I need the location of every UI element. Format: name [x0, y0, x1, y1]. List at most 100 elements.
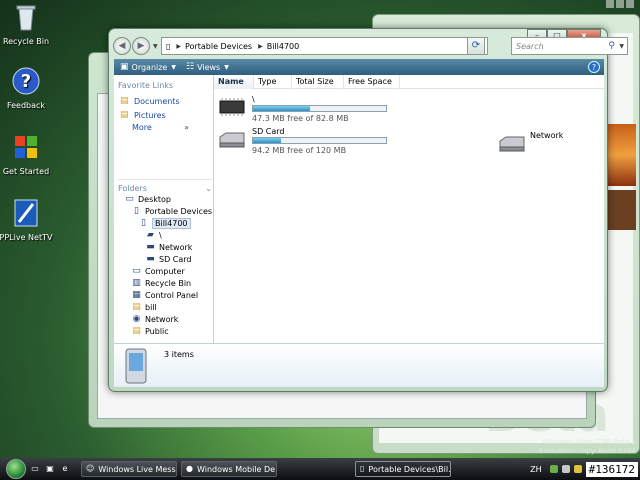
chevron-right-icon[interactable]: ▶ — [176, 43, 181, 50]
search-dropdown[interactable]: ▼ — [619, 43, 624, 50]
feedback-icon: ? — [12, 67, 40, 95]
drive-item-sd-card[interactable]: SD Card 94.2 MB free of 120 MB — [216, 127, 387, 155]
desktop-icon-label: Recycle Bin — [2, 37, 50, 46]
folder-tree-label: Desktop — [138, 194, 171, 204]
folder-tree-item[interactable]: ▤ bill — [114, 301, 214, 313]
column-header-name[interactable]: Name — [214, 74, 254, 89]
column-header-free-space[interactable]: Free Space — [344, 74, 400, 89]
drive-usage-bar — [252, 137, 387, 144]
folder-tree: ▭ Desktop ▯ Portable Devices ▯ Bill4700 ▰ \ ▬ Net… — [114, 193, 214, 337]
column-headers: Name Type Total Size Free Space — [214, 74, 604, 89]
favorite-link-pictures[interactable]: ▤ Pictures — [114, 108, 213, 122]
folder-tree-label: \ — [159, 230, 162, 240]
views-button[interactable]: ☷ Views ▼ — [186, 62, 229, 72]
column-header-total-size[interactable]: Total Size — [292, 74, 344, 89]
evaluation-watermark: Windows Vista (TM) Beta 2 Evaluation cop… — [539, 438, 636, 455]
chevron-down-icon: ▼ — [171, 63, 176, 71]
command-bar: ▣ Organize ▼ ☷ Views ▼ ? — [114, 59, 604, 75]
folder-tree-item[interactable]: ▥ Recycle Bin — [114, 277, 214, 289]
folder-tree-item[interactable]: ◉ Network — [114, 313, 214, 325]
folder-tree-item[interactable]: ▯ Bill4700 — [114, 217, 214, 229]
messenger-icon: ☺ — [86, 464, 95, 473]
folder-tree-item[interactable]: ▯ Portable Devices — [114, 205, 214, 217]
forward-button[interactable]: ▶ — [132, 37, 150, 55]
double-chevron-icon: » — [184, 123, 189, 132]
folder-tree-item[interactable]: ▬ SD Card — [114, 253, 214, 265]
drive-name: SD Card — [252, 127, 285, 136]
recent-pages-dropdown[interactable]: ▼ — [153, 43, 158, 50]
folder-tree-label: Control Panel — [145, 290, 199, 300]
folders-header[interactable]: Folders ⌄ — [118, 179, 212, 193]
task-windows-mobile-device-center[interactable]: ● Windows Mobile De... — [181, 461, 277, 477]
chevron-down-icon: ▼ — [224, 63, 229, 71]
system-tray: ZH #136172 — [530, 458, 640, 480]
refresh-button[interactable]: ⟳ — [467, 37, 485, 55]
desktop-icon-feedback[interactable]: ? Feedback — [0, 66, 58, 110]
navigation-pane: Favorite Links ▤ Documents ▤ Pictures Mo… — [114, 75, 214, 343]
show-desktop-icon[interactable]: ▭ — [29, 463, 41, 475]
organize-icon: ▣ — [120, 62, 129, 72]
get-started-icon — [15, 136, 37, 158]
breadcrumb-bill4700[interactable]: Bill4700 — [267, 42, 300, 51]
network-drive-icon: ▬ — [146, 242, 155, 252]
drive-item-root[interactable]: \ 47.3 MB free of 82.8 MB — [216, 95, 387, 123]
taskbar: ▭ ▣ e ☺ Windows Live Mess... ● Windows M… — [0, 458, 640, 480]
explorer-window[interactable]: – □ x ◀ ▶ ▼ ▯ ▶ Portable Devices ▶ Bill4… — [108, 28, 628, 392]
internet-explorer-icon[interactable]: e — [59, 463, 71, 475]
desktop-icon-label: PPLive NetTV — [0, 233, 53, 242]
folder-tree-label: Network — [159, 242, 193, 252]
device-icon: ▯ — [141, 218, 146, 228]
control-panel-icon: ▦ — [132, 290, 141, 300]
network-item[interactable]: Network — [496, 131, 563, 155]
organize-button[interactable]: ▣ Organize ▼ — [120, 62, 176, 72]
folder-tree-item[interactable]: ▦ Control Panel — [114, 289, 214, 301]
sidebar-controls[interactable] — [606, 0, 636, 12]
documents-folder-icon: ▤ — [120, 96, 129, 106]
drive-usage-bar — [252, 105, 387, 112]
address-bar[interactable]: ▯ ▶ Portable Devices ▶ Bill4700 ▼ — [161, 37, 488, 55]
tray-volume-icon[interactable] — [573, 465, 582, 473]
folder-tree-item[interactable]: ▭ Computer — [114, 265, 214, 277]
search-input[interactable]: Search ⚲ ▼ — [511, 37, 628, 55]
folder-tree-label: Computer — [145, 266, 185, 276]
folder-tree-item[interactable]: ▬ Network — [114, 241, 214, 253]
favorite-link-documents[interactable]: ▤ Documents — [114, 94, 213, 108]
task-portable-devices[interactable]: ▯ Portable Devices\Bil... — [355, 461, 451, 477]
breadcrumb-portable-devices[interactable]: Portable Devices — [185, 42, 252, 51]
chevron-right-icon[interactable]: ▶ — [258, 43, 263, 50]
search-icon[interactable]: ⚲ — [608, 41, 615, 51]
column-header-type[interactable]: Type — [254, 74, 292, 89]
tray-network-icon[interactable] — [561, 465, 570, 473]
tray-status-icon[interactable] — [549, 465, 558, 473]
folder-tree-label: Network — [145, 314, 179, 324]
chevron-down-icon: ⌄ — [205, 184, 212, 193]
svg-text:?: ? — [21, 71, 31, 92]
portable-devices-icon: ▯ — [134, 206, 139, 216]
language-indicator[interactable]: ZH — [530, 465, 542, 474]
folder-tree-label: SD Card — [159, 254, 192, 264]
folder-tree-item[interactable]: ▭ Desktop — [114, 193, 214, 205]
desktop-icon-get-started[interactable]: Get Started — [0, 132, 58, 176]
network-item-label: Network — [530, 131, 564, 140]
task-windows-live-messenger[interactable]: ☺ Windows Live Mess... — [81, 461, 177, 477]
desktop-icon-recycle-bin[interactable]: Recycle Bin — [0, 2, 58, 46]
desktop-icon-pplive[interactable]: PPLive NetTV — [0, 198, 58, 242]
more-links-button[interactable]: More » — [114, 123, 213, 132]
help-button[interactable]: ? — [588, 61, 600, 73]
sd-card-icon: ▬ — [146, 254, 155, 264]
image-id-stamp: #136172 — [585, 461, 638, 477]
pocket-pc-icon — [125, 348, 147, 384]
public-folder-icon: ▤ — [132, 326, 141, 336]
folder-tree-item[interactable]: ▰ \ — [114, 229, 214, 241]
folder-tree-label: Public — [145, 326, 169, 336]
drive-free-space: 47.3 MB free of 82.8 MB — [252, 114, 349, 123]
memory-chip-icon — [219, 98, 245, 116]
start-button[interactable] — [6, 459, 26, 479]
favorite-links-heading: Favorite Links — [118, 81, 174, 90]
folder-tree-item[interactable]: ▤ Public — [114, 325, 214, 337]
computer-icon: ▭ — [132, 266, 141, 276]
switch-windows-icon[interactable]: ▣ — [44, 463, 56, 475]
desktop-icon-label: Feedback — [6, 101, 46, 110]
drive-name: \ — [252, 95, 255, 104]
back-button[interactable]: ◀ — [113, 37, 131, 55]
